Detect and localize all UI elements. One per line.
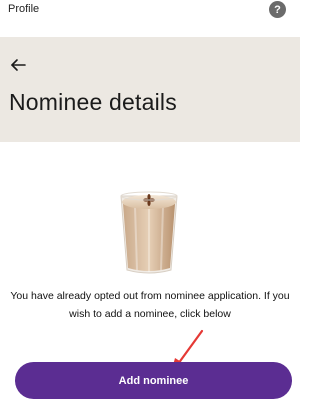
help-symbol: ?	[274, 3, 281, 16]
chai-glass-icon	[120, 191, 178, 274]
top-bar: Profile ?	[0, 0, 300, 22]
help-icon[interactable]: ?	[269, 1, 286, 18]
opted-out-message: You have already opted out from nominee …	[10, 290, 290, 320]
page-header: Nominee details	[0, 37, 300, 142]
page-title: Nominee details	[9, 89, 177, 115]
topbar-title: Profile	[8, 3, 40, 15]
add-nominee-button[interactable]: Add nominee	[15, 362, 292, 399]
back-arrow-icon[interactable]	[9, 56, 27, 74]
